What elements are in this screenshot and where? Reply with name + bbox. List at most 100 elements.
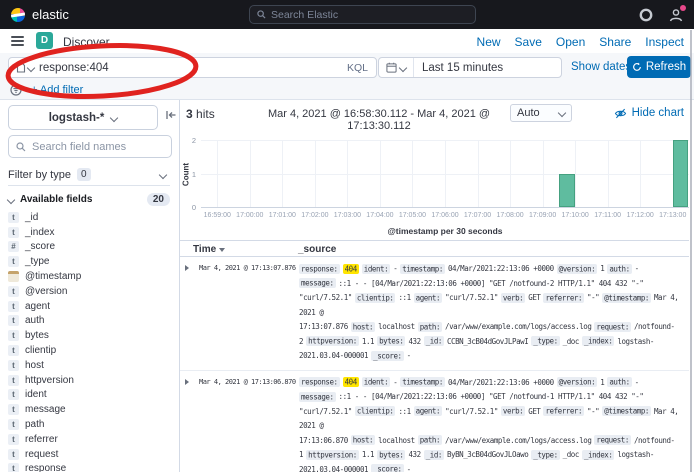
source-field-chip: response: xyxy=(299,264,340,274)
chevron-down-icon xyxy=(110,113,118,121)
field-search-placeholder: Search field names xyxy=(32,141,126,153)
source-value: 04/Mar/2021:22:13:06 +0000 xyxy=(448,378,554,387)
source-value: - xyxy=(635,264,639,273)
global-search-placeholder: Search Elastic xyxy=(271,9,338,21)
field-request[interactable]: t request xyxy=(8,447,172,462)
source-field-chip: auth: xyxy=(607,264,631,274)
field-host[interactable]: thost xyxy=(8,358,172,373)
field-name: response xyxy=(25,463,66,472)
sort-desc-icon xyxy=(219,248,225,252)
source-field-chip: timestamp: xyxy=(400,377,445,387)
show-dates-button[interactable]: Show dates xyxy=(571,61,631,73)
field-referrer[interactable]: treferrer xyxy=(8,432,172,447)
chevron-down-icon xyxy=(558,109,566,117)
source-field-chip: _index: xyxy=(582,336,614,346)
field-@version[interactable]: t@version xyxy=(8,284,172,299)
source-value: - xyxy=(393,378,397,387)
action-new[interactable]: New xyxy=(477,35,501,49)
source-field-chip: message: xyxy=(299,392,336,402)
index-pattern-name: logstash-* xyxy=(49,112,105,124)
field-clientip[interactable]: tclientip xyxy=(8,343,172,358)
field-_index[interactable]: t_index xyxy=(8,225,172,240)
field-@timestamp[interactable]: @timestamp xyxy=(8,269,172,284)
refresh-button[interactable]: Refresh xyxy=(627,56,691,78)
action-share[interactable]: Share xyxy=(599,35,631,49)
brand-name: elastic xyxy=(32,7,69,22)
source-field-chip: _type: xyxy=(531,450,559,460)
histogram-bar[interactable] xyxy=(673,140,688,207)
field-name: request xyxy=(25,449,58,460)
filter-by-type-toggle[interactable]: Filter by type 0 xyxy=(8,164,170,186)
filter-type-count-badge: 0 xyxy=(77,168,91,181)
expand-row-icon[interactable] xyxy=(180,262,199,364)
source-field-chip: _id: xyxy=(424,450,444,460)
filter-circle-icon[interactable] xyxy=(10,84,22,96)
hide-chart-button[interactable]: Hide chart xyxy=(614,107,684,119)
available-fields-header[interactable]: Available fields 20 xyxy=(8,192,170,207)
date-quick-select[interactable] xyxy=(379,58,414,77)
query-language-toggle[interactable]: KQL xyxy=(347,62,376,74)
source-field-chip: path: xyxy=(418,435,442,445)
field-auth[interactable]: tauth xyxy=(8,314,172,329)
chart-plot-area xyxy=(201,140,689,208)
field-_type[interactable]: t_type xyxy=(8,254,172,269)
doc-row[interactable]: Mar 4, 2021 @ 17:13:07.876response:404id… xyxy=(180,257,689,371)
text-field-icon: t xyxy=(8,330,19,341)
field-name: _score xyxy=(25,241,55,252)
field-bytes[interactable]: tbytes xyxy=(8,328,172,343)
expand-row-icon[interactable] xyxy=(180,376,199,472)
field-ident[interactable]: tident xyxy=(8,388,172,403)
source-field-chip: @version: xyxy=(557,377,598,387)
doc-time: Mar 4, 2021 @ 17:13:07.876 xyxy=(199,262,299,364)
text-field-icon: t xyxy=(8,449,19,460)
doc-table-rows: Mar 4, 2021 @ 17:13:07.876response:404id… xyxy=(180,257,689,472)
scrollbar[interactable] xyxy=(690,30,692,472)
fields-sidebar: logstash-* Search field names Filter by … xyxy=(0,100,179,472)
histogram-bar[interactable] xyxy=(559,174,574,208)
discover-app-badge[interactable]: D xyxy=(36,32,53,49)
doc-row[interactable]: Mar 4, 2021 @ 17:13:06.870response:404id… xyxy=(180,371,689,472)
caret-right-icon xyxy=(185,379,189,385)
field-agent[interactable]: tagent xyxy=(8,299,172,314)
doc-source: response:404ident:-timestamp:04/Mar/2021… xyxy=(299,376,689,472)
histogram-chart: Count @timestamp per 30 seconds 16:59:00… xyxy=(180,128,694,240)
source-value: /var/www/example.com/logs/access.log xyxy=(445,322,591,331)
field-name: host xyxy=(25,360,44,371)
elastic-logo[interactable]: elastic xyxy=(10,0,69,29)
interval-select[interactable]: Auto xyxy=(510,104,572,122)
filter-by-type-label: Filter by type xyxy=(8,169,71,181)
menu-icon[interactable] xyxy=(11,36,24,46)
saved-query-menu[interactable] xyxy=(9,62,39,73)
text-field-icon: t xyxy=(8,227,19,238)
action-inspect[interactable]: Inspect xyxy=(645,35,684,49)
column-time[interactable]: Time xyxy=(193,244,225,255)
field-response[interactable]: tresponse xyxy=(8,462,172,472)
source-field-chip: @version: xyxy=(557,264,598,274)
field-path[interactable]: tpath xyxy=(8,417,172,432)
query-input[interactable]: response:404 KQL xyxy=(8,57,377,78)
source-field-chip: @timestamp: xyxy=(602,406,651,416)
add-filter-button[interactable]: + Add filter xyxy=(31,84,83,96)
source-value: "-" xyxy=(587,407,599,416)
field-_score[interactable]: #_score xyxy=(8,240,172,255)
source-field-chip: _type: xyxy=(531,336,559,346)
field-message[interactable]: tmessage xyxy=(8,402,172,417)
available-fields-label: Available fields xyxy=(20,194,92,205)
global-search-input[interactable]: Search Elastic xyxy=(249,5,476,24)
field-search-input[interactable]: Search field names xyxy=(8,135,172,158)
time-range-value[interactable]: Last 15 minutes xyxy=(414,62,503,74)
field-_id[interactable]: t_id xyxy=(8,210,172,225)
query-bar: response:404 KQL Last 15 minutes Show da… xyxy=(0,53,694,81)
index-pattern-selector[interactable]: logstash-* xyxy=(8,105,158,130)
source-field-chip: path: xyxy=(418,322,442,332)
collapse-sidebar-icon[interactable] xyxy=(165,109,177,121)
avatar[interactable] xyxy=(668,7,684,23)
source-value: /var/www/example.com/logs/access.log xyxy=(445,436,591,445)
source-value: - xyxy=(407,351,411,360)
text-field-icon: t xyxy=(8,434,19,445)
source-value: 04/Mar/2021:22:13:06 +0000 xyxy=(448,264,554,273)
help-icon[interactable] xyxy=(639,8,653,22)
action-open[interactable]: Open xyxy=(556,35,585,49)
field-httpversion[interactable]: thttpversion xyxy=(8,373,172,388)
action-save[interactable]: Save xyxy=(515,35,542,49)
